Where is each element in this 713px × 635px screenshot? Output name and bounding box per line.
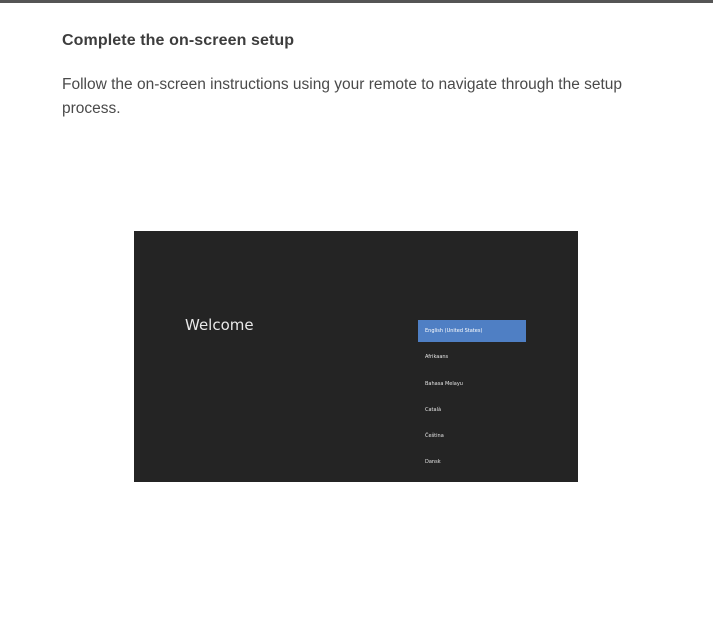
language-option-dansk[interactable]: Dansk — [418, 451, 526, 473]
language-option-bahasa-melayu[interactable]: Bahasa Melayu — [418, 373, 526, 395]
language-option-catala[interactable]: Català — [418, 399, 526, 421]
top-divider — [0, 0, 713, 3]
language-list: English (United States) Afrikaans Bahasa… — [418, 320, 526, 478]
instruction-text: Follow the on-screen instructions using … — [62, 76, 623, 117]
language-option-cestina[interactable]: Čeština — [418, 425, 526, 447]
welcome-title: Welcome — [185, 316, 254, 334]
tv-setup-screenshot: Welcome English (United States) Afrikaan… — [134, 231, 578, 482]
section-heading: Complete the on-screen setup — [62, 32, 295, 49]
language-option-afrikaans[interactable]: Afrikaans — [418, 346, 526, 368]
language-option-english-us[interactable]: English (United States) — [418, 320, 526, 342]
